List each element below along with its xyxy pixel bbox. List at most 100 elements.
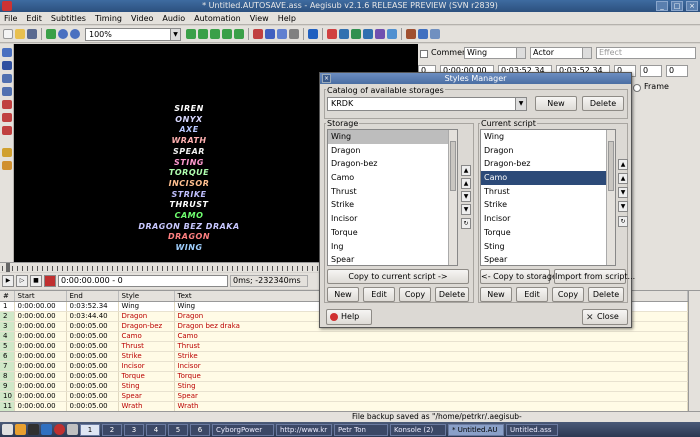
- col-header-style[interactable]: Style: [118, 291, 175, 302]
- desktop-6[interactable]: 6: [190, 423, 210, 436]
- table-row[interactable]: 10 0:00:00.00 0:00:05.00 Spear Spear: [0, 391, 688, 402]
- task-cyborgpower[interactable]: CyborgPower: [212, 423, 274, 436]
- save-file-icon[interactable]: [27, 29, 37, 39]
- stop-icon[interactable]: ■: [30, 275, 42, 287]
- menu-automation[interactable]: Automation: [194, 14, 241, 23]
- list-item[interactable]: Camo: [481, 171, 615, 185]
- effect-field[interactable]: Effect: [596, 47, 696, 59]
- storage-sort-icon[interactable]: ↻: [461, 218, 471, 229]
- close-window-icon[interactable]: ×: [686, 1, 698, 11]
- list-item[interactable]: Torque: [328, 226, 457, 240]
- current-scroll-thumb[interactable]: [608, 141, 614, 191]
- list-item[interactable]: Spear: [328, 253, 457, 265]
- task-konsole[interactable]: Konsole (2): [390, 423, 446, 436]
- list-item[interactable]: Incisor: [328, 212, 457, 226]
- current-move-down-icon[interactable]: ▼: [618, 187, 628, 198]
- task-petr-ton[interactable]: Petr Ton: [334, 423, 388, 436]
- standard-tool-icon[interactable]: [2, 48, 12, 57]
- fonts-collector-icon[interactable]: [289, 29, 299, 39]
- zoom-out-icon[interactable]: [70, 29, 80, 39]
- jump-end-icon[interactable]: [198, 29, 208, 39]
- col-header-end[interactable]: End: [66, 291, 119, 302]
- scale-tool-icon[interactable]: [2, 100, 12, 109]
- catalog-new-button[interactable]: New: [535, 96, 577, 111]
- storage-copy-button[interactable]: Copy: [399, 287, 431, 302]
- set-start-icon[interactable]: [210, 29, 220, 39]
- current-new-button[interactable]: New: [480, 287, 512, 302]
- menu-audio[interactable]: Audio: [162, 14, 185, 23]
- list-item[interactable]: Wing: [481, 130, 615, 144]
- actor-field[interactable]: Actor: [530, 47, 592, 59]
- menu-view[interactable]: View: [250, 14, 269, 23]
- dialog-close-icon[interactable]: ×: [322, 74, 331, 83]
- storage-move-up-icon[interactable]: ▲: [461, 178, 471, 189]
- zoom-in-icon[interactable]: [58, 29, 68, 39]
- copy-to-storage-button[interactable]: <- Copy to storage: [480, 269, 557, 284]
- video-seek-slider[interactable]: [0, 262, 320, 272]
- storage-new-button[interactable]: New: [327, 287, 359, 302]
- table-row[interactable]: 5 0:00:00.00 0:00:05.00 Thrust Thrust: [0, 341, 688, 352]
- autoscroll-icon[interactable]: [44, 275, 56, 287]
- comment-checkbox[interactable]: [420, 50, 428, 58]
- list-item[interactable]: Thrust: [328, 185, 457, 199]
- menu-file[interactable]: File: [4, 14, 17, 23]
- clip-tool-icon[interactable]: [2, 113, 12, 122]
- desktop-4[interactable]: 4: [146, 423, 166, 436]
- list-item[interactable]: Dragon-bez: [328, 157, 457, 171]
- current-move-bottom-icon[interactable]: ▼: [618, 201, 628, 212]
- show-desktop-icon[interactable]: [67, 424, 78, 435]
- storage-list-scrollbar[interactable]: [448, 130, 457, 265]
- style-select[interactable]: Wing: [464, 47, 526, 59]
- table-row[interactable]: 9 0:00:00.00 0:00:05.00 Sting Sting: [0, 381, 688, 392]
- menu-edit[interactable]: Edit: [26, 14, 42, 23]
- zoom-select[interactable]: 100% ▼: [85, 27, 181, 41]
- snap-icon[interactable]: [234, 29, 244, 39]
- current-move-up-icon[interactable]: ▲: [618, 173, 628, 184]
- menu-subtitles[interactable]: Subtitles: [51, 14, 86, 23]
- play-icon[interactable]: ▶: [2, 275, 14, 287]
- catalog-delete-button[interactable]: Delete: [582, 96, 624, 111]
- copy-to-current-button[interactable]: Copy to current script ->: [327, 269, 469, 284]
- terminal-icon[interactable]: [28, 424, 39, 435]
- storage-move-bottom-icon[interactable]: ▼: [461, 204, 471, 215]
- menu-video[interactable]: Video: [131, 14, 153, 23]
- shift-times-icon[interactable]: [375, 29, 385, 39]
- desktop-5[interactable]: 5: [168, 423, 188, 436]
- storage-list[interactable]: Wing Dragon Dragon-bez Camo Thrust Strike Inci…: [327, 129, 458, 266]
- current-edit-button[interactable]: Edit: [516, 287, 548, 302]
- translation-assistant-icon[interactable]: [327, 29, 337, 39]
- spell-checker-icon[interactable]: [387, 29, 397, 39]
- maximize-icon[interactable]: □: [671, 1, 683, 11]
- home-folder-icon[interactable]: [15, 424, 26, 435]
- desktop-2[interactable]: 2: [102, 423, 122, 436]
- table-row[interactable]: 11 0:00:00.00 0:00:05.00 Wrath Wrath: [0, 401, 688, 412]
- resample-icon[interactable]: [339, 29, 349, 39]
- video-time-field[interactable]: 0:00:00.000 - 0: [58, 275, 228, 287]
- list-item[interactable]: Dragon-bez: [481, 157, 615, 171]
- browser-icon[interactable]: [41, 424, 52, 435]
- table-row[interactable]: 7 0:00:00.00 0:00:05.00 Incisor Incisor: [0, 361, 688, 372]
- list-item[interactable]: Strike: [481, 198, 615, 212]
- storage-move-down-icon[interactable]: ▼: [461, 191, 471, 202]
- desktop-3[interactable]: 3: [124, 423, 144, 436]
- storage-edit-button[interactable]: Edit: [363, 287, 395, 302]
- minimize-icon[interactable]: _: [656, 1, 668, 11]
- list-item[interactable]: Sting: [481, 240, 615, 254]
- table-row[interactable]: 4 0:00:00.00 0:00:05.00 Camo Camo: [0, 331, 688, 342]
- table-row[interactable]: 6 0:00:00.00 0:00:05.00 Strike Strike: [0, 351, 688, 362]
- catalog-select[interactable]: KRDK ▼: [327, 97, 527, 111]
- jump-start-icon[interactable]: [186, 29, 196, 39]
- vector-clip-icon[interactable]: [2, 126, 12, 135]
- drag-tool-icon[interactable]: [2, 61, 12, 70]
- options-icon[interactable]: [406, 29, 416, 39]
- list-item[interactable]: Incisor: [481, 212, 615, 226]
- menu-timing[interactable]: Timing: [95, 14, 122, 23]
- grid-scrollbar[interactable]: [688, 291, 700, 413]
- list-item[interactable]: Wing: [328, 130, 457, 144]
- help-button[interactable]: Help: [326, 309, 372, 325]
- jump-to-icon[interactable]: [46, 29, 56, 39]
- grid-tag-icon[interactable]: [430, 29, 440, 39]
- menu-help[interactable]: Help: [278, 14, 296, 23]
- list-item[interactable]: Strike: [328, 198, 457, 212]
- properties-icon[interactable]: [265, 29, 275, 39]
